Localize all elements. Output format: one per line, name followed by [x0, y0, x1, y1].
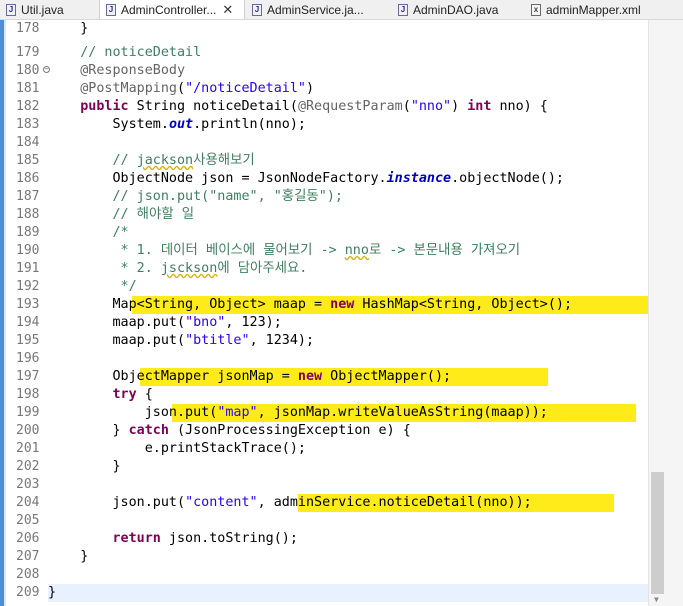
code-line: } [48, 585, 57, 600]
code-line: @ResponseBody [80, 63, 186, 78]
code-line: public String noticeDetail(@RequestParam… [80, 99, 548, 114]
current-line-highlight [48, 584, 648, 602]
line-number: 196 [16, 351, 40, 366]
line-number: 204 [16, 495, 40, 510]
line-number: 182 [16, 99, 40, 114]
code-line: */ [48, 279, 137, 294]
line-number: 195 [16, 333, 40, 348]
tab-label: AdminService.ja... [267, 2, 364, 17]
code-line: json.put("map", jsonMap.writeValueAsStri… [48, 405, 548, 420]
line-number: 190 [16, 243, 40, 258]
line-number: 191 [16, 261, 40, 276]
code-line: // 해야할 일 [48, 207, 195, 222]
scroll-down-arrow-icon[interactable]: ▼ [654, 595, 659, 604]
code-line: } [48, 459, 121, 474]
line-number: 185 [16, 153, 40, 168]
line-number: 180 [16, 63, 40, 78]
code-line: } [48, 549, 89, 564]
code-line: maap.put("btitle", 1234); [48, 333, 315, 348]
line-number: 208 [16, 567, 40, 582]
close-tab-icon[interactable]: ✕ [222, 0, 233, 19]
tab-adminmapper-xml[interactable]: x adminMapper.xml [531, 0, 683, 19]
code-line: /* [48, 225, 129, 240]
code-line: // noticeDetail [48, 45, 202, 60]
code-line: // jackson사용해보기 [48, 153, 255, 168]
line-number: 205 [16, 513, 40, 528]
code-line: try { [112, 387, 153, 402]
line-number: 179 [16, 45, 40, 60]
line-number: 202 [16, 459, 40, 474]
code-line: System.out.println(nno); [48, 117, 306, 132]
line-number: 197 [16, 369, 40, 384]
code-line: e.printStackTrace(); [48, 441, 306, 456]
line-number: 201 [16, 441, 40, 456]
java-file-icon: J [6, 3, 16, 16]
java-file-icon: J [398, 3, 408, 16]
line-number: 198 [16, 387, 40, 402]
line-number: 189 [16, 225, 40, 240]
code-line: * 2. jsckson에 담아주세요. [48, 261, 308, 276]
line-number: 188 [16, 207, 40, 222]
code-line: @PostMapping("/noticeDetail") [80, 81, 315, 96]
code-line: json.put("content", adminService.noticeD… [48, 495, 532, 510]
tab-adminservice-java[interactable]: J AdminService.ja... [252, 0, 390, 19]
line-number: 207 [16, 549, 40, 564]
line-number: 178 [16, 21, 40, 36]
editor-tab-bar: J Util.java J AdminController... ✕ J Adm… [0, 0, 683, 20]
tab-label: AdminDAO.java [413, 2, 499, 17]
code-line: } catch (JsonProcessingException e) { [48, 423, 411, 438]
tab-label: Util.java [21, 2, 64, 17]
line-number: 209 [16, 585, 40, 600]
line-number: 194 [16, 315, 40, 330]
tab-util-java[interactable]: J Util.java [6, 0, 96, 19]
code-line: Map<String, Object> maap = new HashMap<S… [48, 297, 573, 312]
line-number-gutter: 178 179 180 − 181 182 183 184 185 186 18… [6, 20, 50, 606]
line-number: 181 [16, 81, 40, 96]
overview-ruler [0, 20, 6, 606]
code-line: return json.toString(); [112, 531, 298, 546]
code-line: ObjectNode json = JsonNodeFactory.instan… [48, 171, 564, 186]
tab-admindao-java[interactable]: J AdminDAO.java [398, 0, 523, 19]
tab-admincontroller-java[interactable]: J AdminController... ✕ [99, 0, 245, 19]
line-number: 200 [16, 423, 40, 438]
line-number: 187 [16, 189, 40, 204]
scrollbar-thumb[interactable] [651, 472, 664, 594]
line-number: 199 [16, 405, 40, 420]
code-line: // json.put("name", "홍길동"); [48, 189, 343, 204]
code-line: * 1. 데이터 베이스에 물어보기 -> nno로 -> 본문내용 가져오기 [48, 243, 521, 258]
code-editor[interactable]: } // noticeDetail @ResponseBody @PostMap… [48, 20, 648, 606]
tab-label: AdminController... [121, 2, 217, 17]
code-line: } [48, 21, 89, 36]
line-number: 192 [16, 279, 40, 294]
java-file-icon: J [106, 3, 116, 16]
xml-file-icon: x [531, 3, 541, 16]
vertical-scrollbar[interactable]: ▼ [648, 20, 683, 606]
line-number: 186 [16, 171, 40, 186]
line-number: 206 [16, 531, 40, 546]
line-number: 193 [16, 297, 40, 312]
code-line: maap.put("bno", 123); [48, 315, 282, 330]
tab-label: adminMapper.xml [546, 2, 641, 17]
java-file-icon: J [252, 3, 262, 16]
line-number: 203 [16, 477, 40, 492]
code-line: ObjectMapper jsonMap = new ObjectMapper(… [48, 369, 452, 384]
line-number: 183 [16, 117, 40, 132]
line-number: 184 [16, 135, 40, 150]
